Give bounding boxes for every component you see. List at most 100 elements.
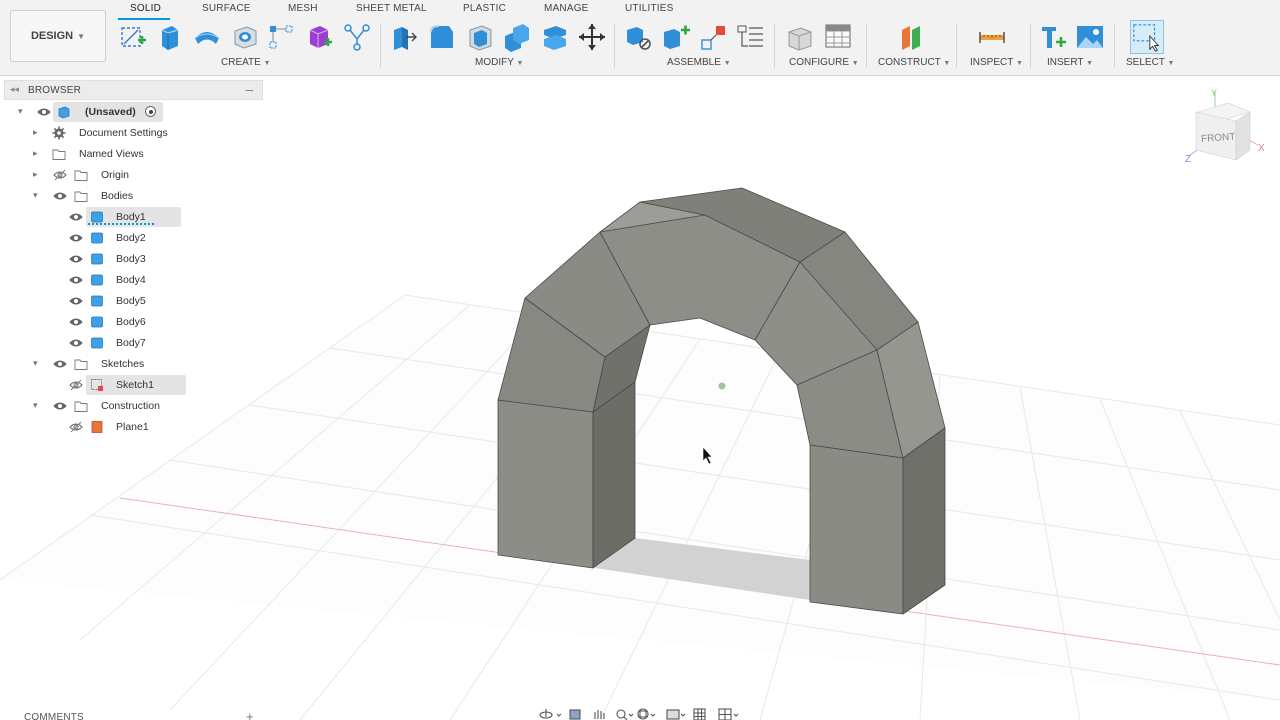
browser-item-origin[interactable]: ▸ Origin bbox=[0, 165, 264, 185]
combine-icon[interactable] bbox=[502, 22, 532, 52]
activate-radio-icon[interactable] bbox=[145, 106, 156, 117]
browser-item-body1[interactable]: Body1 bbox=[0, 207, 264, 227]
insert-canvas-icon[interactable] bbox=[1075, 22, 1105, 52]
visibility-eye-icon[interactable] bbox=[69, 337, 83, 349]
inspect-menu[interactable]: INSPECT ▼ bbox=[970, 57, 1023, 68]
zoom-icon[interactable] bbox=[616, 709, 634, 720]
joint-origin-icon[interactable] bbox=[736, 22, 766, 52]
revolve-icon[interactable] bbox=[192, 22, 222, 52]
comments-panel-label[interactable]: COMMENTS bbox=[24, 712, 84, 720]
measure-icon[interactable] bbox=[977, 22, 1007, 52]
view-cube[interactable]: FRONT Y X Z bbox=[1185, 88, 1265, 165]
chevron-down-icon: ▼ bbox=[1167, 60, 1175, 67]
chevron-right-icon[interactable]: ▸ bbox=[33, 169, 43, 180]
orbit-icon[interactable] bbox=[539, 709, 562, 719]
arch-body-right-pillar-side[interactable] bbox=[902, 427, 946, 615]
chevron-right-icon[interactable]: ▸ bbox=[33, 127, 43, 138]
new-component-icon[interactable] bbox=[624, 22, 654, 52]
workspace-switcher-button[interactable]: DESIGN ▼ bbox=[10, 10, 106, 62]
visibility-eye-icon[interactable] bbox=[69, 295, 83, 307]
shell-icon[interactable] bbox=[465, 22, 495, 52]
arch-body-right-pillar-front[interactable] bbox=[809, 444, 904, 615]
pan-icon[interactable] bbox=[594, 710, 605, 719]
fillet-icon[interactable] bbox=[427, 22, 457, 52]
chevron-down-icon[interactable]: ▾ bbox=[33, 400, 43, 411]
browser-item-sketches[interactable]: ▾ Sketches bbox=[0, 354, 264, 374]
browser-item-bodies[interactable]: ▾ Bodies bbox=[0, 186, 264, 206]
insert-menu[interactable]: INSERT ▼ bbox=[1047, 57, 1093, 68]
modify-menu[interactable]: MODIFY ▼ bbox=[475, 57, 523, 68]
tab-mesh[interactable]: MESH bbox=[288, 3, 318, 14]
visibility-hidden-icon[interactable] bbox=[69, 379, 83, 391]
select-menu[interactable]: SELECT ▼ bbox=[1126, 57, 1174, 68]
browser-item-body6[interactable]: Body6 bbox=[0, 312, 264, 332]
tab-surface[interactable]: SURFACE bbox=[202, 3, 251, 14]
arch-body-left-pillar-side[interactable] bbox=[592, 381, 636, 569]
offset-plane-icon[interactable] bbox=[896, 22, 926, 52]
derive-icon[interactable] bbox=[342, 22, 372, 52]
add-comment-icon[interactable]: + bbox=[246, 709, 254, 720]
tab-utilities[interactable]: UTILITIES bbox=[625, 3, 673, 14]
browser-item-body3[interactable]: Body3 bbox=[0, 249, 264, 269]
visibility-hidden-icon[interactable] bbox=[53, 169, 67, 181]
browser-item-plane1[interactable]: Plane1 bbox=[0, 417, 264, 437]
browser-item-sketch1[interactable]: Sketch1 bbox=[0, 375, 264, 395]
pattern-icon[interactable] bbox=[266, 22, 296, 52]
assemble-menu[interactable]: ASSEMBLE ▼ bbox=[667, 57, 731, 68]
hole-icon[interactable] bbox=[230, 22, 260, 52]
joint-icon[interactable] bbox=[661, 22, 691, 52]
browser-item-construction[interactable]: ▾ Construction bbox=[0, 396, 264, 416]
browser-item-body2[interactable]: Body2 bbox=[0, 228, 264, 248]
gear-icon bbox=[52, 126, 66, 140]
browser-item-body5[interactable]: Body5 bbox=[0, 291, 264, 311]
visibility-eye-icon[interactable] bbox=[53, 400, 67, 412]
visibility-eye-icon[interactable] bbox=[69, 253, 83, 265]
grid-settings-icon[interactable] bbox=[693, 708, 706, 720]
chevron-down-icon[interactable]: ▾ bbox=[33, 190, 43, 201]
tab-solid[interactable]: SOLID bbox=[130, 3, 161, 14]
create-menu[interactable]: CREATE ▼ bbox=[221, 57, 271, 68]
move-copy-icon[interactable] bbox=[577, 22, 607, 52]
window-select-icon[interactable] bbox=[1130, 20, 1164, 54]
visibility-eye-icon[interactable] bbox=[37, 106, 51, 118]
create-sketch-icon[interactable] bbox=[118, 22, 148, 52]
split-body-icon[interactable] bbox=[540, 22, 570, 52]
visibility-eye-icon[interactable] bbox=[53, 190, 67, 202]
body-icon bbox=[90, 231, 104, 245]
as-built-joint-icon[interactable] bbox=[699, 22, 729, 52]
browser-item-unsaved[interactable]: ▾ (Unsaved) bbox=[0, 102, 264, 122]
visibility-eye-icon[interactable] bbox=[69, 211, 83, 223]
create-form-icon[interactable] bbox=[304, 22, 334, 52]
browser-item-body4[interactable]: Body4 bbox=[0, 270, 264, 290]
select-menu-label: SELECT bbox=[1126, 57, 1165, 68]
tab-plastic[interactable]: PLASTIC bbox=[463, 3, 506, 14]
viewports-icon[interactable] bbox=[718, 708, 739, 720]
look-at-icon[interactable] bbox=[569, 709, 581, 720]
chevron-down-icon[interactable]: ▾ bbox=[18, 106, 28, 117]
visibility-eye-icon[interactable] bbox=[69, 274, 83, 286]
display-settings-icon[interactable] bbox=[666, 709, 686, 720]
extrude-icon[interactable] bbox=[154, 22, 184, 52]
configure-menu[interactable]: CONFIGURE ▼ bbox=[789, 57, 859, 68]
configure-component-icon[interactable] bbox=[785, 22, 815, 52]
browser-item-body7[interactable]: Body7 bbox=[0, 333, 264, 353]
press-pull-icon[interactable] bbox=[390, 22, 420, 52]
browser-item-named-views[interactable]: ▸ Named Views bbox=[0, 144, 264, 164]
configuration-table-icon[interactable] bbox=[823, 22, 853, 52]
tab-manage[interactable]: MANAGE bbox=[544, 3, 589, 14]
arch-body-left-pillar-front[interactable] bbox=[497, 399, 594, 569]
visibility-eye-icon[interactable] bbox=[69, 232, 83, 244]
visibility-eye-icon[interactable] bbox=[53, 358, 67, 370]
visibility-hidden-icon[interactable] bbox=[69, 421, 83, 433]
visibility-eye-icon[interactable] bbox=[69, 316, 83, 328]
collapse-panel-icon[interactable]: ◂◂ bbox=[10, 84, 19, 95]
insert-mcmaster-icon[interactable] bbox=[1039, 22, 1069, 52]
chevron-down-icon[interactable]: ▾ bbox=[33, 358, 43, 369]
workspace-label: DESIGN bbox=[30, 30, 74, 42]
browser-item-document-settings[interactable]: ▸ Document Settings bbox=[0, 123, 264, 143]
chevron-right-icon[interactable]: ▸ bbox=[33, 148, 43, 159]
tab-sheet-metal[interactable]: SHEET METAL bbox=[356, 3, 427, 14]
fit-icon[interactable] bbox=[637, 708, 656, 720]
construct-menu[interactable]: CONSTRUCT ▼ bbox=[878, 57, 950, 68]
minimize-icon[interactable]: – bbox=[246, 82, 253, 97]
